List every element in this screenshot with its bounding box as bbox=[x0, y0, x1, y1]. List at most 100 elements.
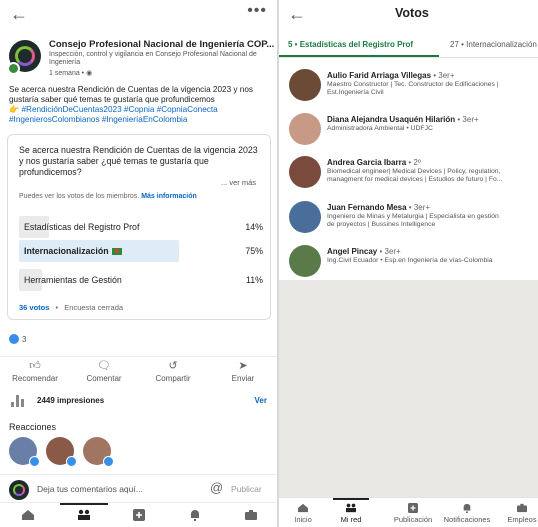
nav-network[interactable]: Mi red bbox=[324, 503, 378, 524]
like-badge-icon bbox=[103, 456, 114, 467]
poll-option-selected[interactable]: Internacionalización 75% bbox=[19, 240, 263, 262]
org-avatar-icon bbox=[9, 480, 29, 500]
poll-option[interactable]: Estadísticas del Registro Prof 14% bbox=[19, 216, 263, 238]
thumbs-up-icon: 👍︎ bbox=[29, 360, 41, 372]
voter-headline: Ing.Civil Ecuador • Esp.en Ingeniería de… bbox=[327, 257, 493, 264]
separator: • bbox=[55, 303, 59, 312]
org-description: Inspección, control y vigilancia en Cons… bbox=[49, 51, 257, 66]
recommend-button[interactable]: 👍︎ Recomendar bbox=[5, 360, 65, 383]
bottom-nav: Inicio Mi red Publicación Notificaciones… bbox=[279, 497, 538, 527]
post-icon[interactable] bbox=[132, 509, 146, 521]
votes-header: ← Votos bbox=[279, 0, 538, 30]
view-impressions-link[interactable]: Ver bbox=[255, 396, 267, 405]
voter-item[interactable]: Andrea Garcia Ibarra • 2º Biomedical eng… bbox=[279, 149, 538, 193]
voter-name: Andrea Garcia Ibarra • 2º bbox=[327, 158, 421, 167]
voter-name: Angel Pincay • 3er+ bbox=[327, 247, 401, 256]
network-icon bbox=[346, 503, 356, 513]
post-actions: 👍︎ Recomendar 🗨︎ Comentar ↺ Compartir ➤ Envi… bbox=[0, 356, 277, 386]
poll-option[interactable]: Herramientas de Gestión 11% bbox=[19, 269, 263, 291]
tab-internacionalizacion[interactable]: 27 • Internacionalización bbox=[450, 40, 537, 49]
reactor-avatar[interactable] bbox=[83, 437, 114, 467]
votes-tabs: 5 • Estadísticas del Registro Prof 27 • … bbox=[279, 30, 538, 58]
org-logo-icon bbox=[7, 40, 41, 75]
reactions-summary[interactable]: 3 bbox=[9, 334, 26, 344]
voter-name: Aulio Farid Arriaga Villegas • 3er+ bbox=[327, 71, 455, 80]
post-body: Se acerca nuestra Rendición de Cuentas d… bbox=[9, 85, 269, 125]
bottom-nav bbox=[0, 502, 277, 527]
voter-item[interactable]: Diana Alejandra Usaquén Hilarión • 3er+ … bbox=[279, 106, 538, 150]
poll-option-percent: 75% bbox=[245, 246, 263, 256]
voter-item[interactable]: Angel Pincay • 3er+ Ing.Civil Ecuador • … bbox=[279, 238, 538, 282]
poll-question: Se acerca nuestra Rendición de Cuentas d… bbox=[19, 145, 258, 177]
nav-home[interactable]: Inicio bbox=[279, 503, 330, 524]
poll-footer: 36 votos • Encuesta cerrada bbox=[19, 303, 123, 312]
send-icon: ➤ bbox=[238, 360, 248, 372]
bell-icon[interactable] bbox=[188, 509, 202, 521]
votes-panel: ← Votos 5 • Estadísticas del Registro Pr… bbox=[279, 0, 538, 527]
voter-name: Juan Fernando Mesa • 3er+ bbox=[327, 203, 431, 212]
poll-note: Puedes ver los votos de los miembros. Má… bbox=[19, 193, 197, 200]
comment-bar: Deja tus comentarios aquí... @ Publicar bbox=[0, 474, 277, 502]
voter-headline: Administradora Ambiental • UDFJC bbox=[327, 125, 433, 132]
voter-item[interactable]: Aulio Farid Arriaga Villegas • 3er+ Maes… bbox=[279, 62, 538, 106]
home-icon[interactable] bbox=[21, 509, 35, 521]
post-panel: ← ••• Consejo Profesional Nacional de In… bbox=[0, 0, 277, 527]
impressions-count: 2449 impresiones bbox=[37, 396, 105, 405]
nav-notifications[interactable]: Notificaciones bbox=[440, 503, 494, 524]
poll-option-percent: 11% bbox=[246, 275, 263, 285]
voters-list: Aulio Farid Arriaga Villegas • 3er+ Maes… bbox=[279, 58, 538, 280]
poll-status: Encuesta cerrada bbox=[64, 303, 124, 312]
repost-icon: ↺ bbox=[168, 360, 178, 372]
poll-option-label: Estadísticas del Registro Prof bbox=[24, 222, 140, 232]
org-name[interactable]: Consejo Profesional Nacional de Ingenier… bbox=[49, 39, 274, 50]
comment-icon: 🗨︎ bbox=[97, 360, 111, 372]
post-author[interactable]: Consejo Profesional Nacional de Ingenier… bbox=[7, 38, 274, 80]
voter-avatar bbox=[289, 201, 321, 233]
share-button[interactable]: ↺ Compartir bbox=[143, 360, 203, 383]
poll-option-label: Herramientas de Gestión bbox=[24, 275, 122, 285]
back-arrow-icon[interactable]: ← bbox=[10, 4, 28, 24]
voter-headline: Maestro Constructor | Tec. Constructor d… bbox=[327, 81, 499, 97]
poll-option-label: Internacionalización bbox=[24, 246, 122, 256]
voter-headline: Ingeniero de Minas y Metalurgia | Especi… bbox=[327, 213, 499, 229]
voter-avatar bbox=[289, 245, 321, 277]
nav-post[interactable]: Publicación bbox=[386, 503, 440, 524]
tab-estadisticas[interactable]: 5 • Estadísticas del Registro Prof bbox=[288, 40, 413, 49]
send-button[interactable]: ➤ Enviar bbox=[213, 360, 273, 383]
voter-avatar bbox=[289, 156, 321, 188]
poll-option-percent: 14% bbox=[245, 222, 263, 232]
more-options-icon[interactable]: ••• bbox=[247, 2, 267, 20]
nav-jobs[interactable]: Empleos bbox=[495, 503, 538, 524]
back-arrow-icon[interactable]: ← bbox=[288, 4, 306, 24]
impressions-row: 2449 impresiones Ver bbox=[9, 395, 267, 409]
post-header: ← ••• bbox=[0, 0, 277, 30]
pointing-hand-icon: 👉 bbox=[9, 105, 20, 114]
like-badge-icon bbox=[66, 456, 77, 467]
voter-avatar bbox=[289, 113, 321, 145]
see-more-link[interactable]: ... ver más bbox=[221, 178, 256, 187]
comment-button[interactable]: 🗨︎ Comentar bbox=[74, 360, 134, 383]
selected-flag-icon bbox=[111, 248, 122, 255]
more-info-link[interactable]: Más información bbox=[141, 193, 197, 200]
reactor-avatar[interactable] bbox=[9, 437, 40, 467]
network-icon[interactable] bbox=[77, 509, 91, 521]
publish-button[interactable]: Publicar bbox=[231, 484, 262, 494]
votes-count-link[interactable]: 36 votos bbox=[19, 303, 49, 312]
voter-headline: Biomedical engineer| Medical Devices | P… bbox=[327, 168, 503, 184]
bell-icon bbox=[463, 503, 471, 513]
reactions-heading: Reacciones bbox=[9, 422, 57, 432]
briefcase-icon[interactable] bbox=[244, 509, 258, 521]
post-text: Se acerca nuestra Rendición de Cuentas d… bbox=[9, 85, 253, 104]
comment-input[interactable]: Deja tus comentarios aquí... bbox=[37, 484, 143, 494]
like-badge-icon bbox=[29, 456, 40, 467]
voter-avatar bbox=[289, 69, 321, 101]
post-icon bbox=[408, 503, 418, 513]
voter-name: Diana Alejandra Usaquén Hilarión • 3er+ bbox=[327, 115, 479, 124]
post-hashtags[interactable]: #RendiciónDeCuentas2023 #Copnia #CopniaC… bbox=[9, 105, 218, 124]
reactions-count: 3 bbox=[22, 335, 27, 344]
voter-item[interactable]: Juan Fernando Mesa • 3er+ Ingeniero de M… bbox=[279, 194, 538, 238]
bar-chart-icon bbox=[11, 395, 25, 407]
reactor-avatar[interactable] bbox=[46, 437, 77, 467]
home-icon bbox=[298, 503, 308, 513]
mention-icon[interactable]: @ bbox=[210, 480, 223, 495]
